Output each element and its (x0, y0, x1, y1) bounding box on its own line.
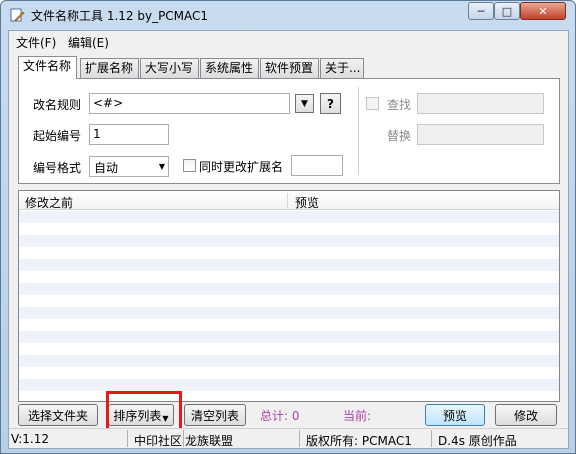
list-row (19, 295, 559, 307)
choose-folder-button[interactable]: 选择文件夹 (18, 404, 98, 426)
menu-edit[interactable]: 编辑(E) (68, 34, 109, 51)
client-area: 文件(F) 编辑(E) 文件名称 扩展名称 大写小写 系统属性 软件预置 关于.… (8, 30, 569, 449)
list-row (19, 391, 559, 401)
status-original: D.4s 原创作品 (438, 434, 517, 448)
chevron-down-icon: ▼ (158, 162, 165, 171)
chevron-down-icon: ▼ (301, 98, 308, 109)
file-list-header: 修改之前 预览 (19, 191, 559, 210)
minimize-icon: ─ (477, 4, 485, 18)
list-row (19, 307, 559, 319)
status-community-link[interactable]: 中印社区 (134, 432, 182, 449)
column-before[interactable]: 修改之前 (25, 194, 73, 211)
tab-file-name[interactable]: 文件名称 (18, 56, 77, 79)
extension-input[interactable] (291, 155, 343, 176)
app-window: 文件名称工具 1.12 by_PCMAC1 ─ □ ✕ 文件(F) 编辑(E) … (0, 0, 576, 454)
number-format-label: 编号格式 (33, 161, 82, 175)
column-preview[interactable]: 预览 (295, 194, 319, 211)
list-row (19, 367, 559, 379)
menu-bar: 文件(F) 编辑(E) (9, 31, 568, 51)
tab-attributes[interactable]: 系统属性 (200, 58, 259, 78)
file-list[interactable]: 修改之前 预览 (18, 190, 560, 402)
change-extension-checkbox[interactable] (183, 159, 196, 172)
status-separator (299, 430, 300, 447)
find-input[interactable] (417, 93, 544, 114)
list-row (19, 379, 559, 391)
status-separator (183, 430, 184, 447)
status-bar: V:1.12 中印社区 龙族联盟 版权所有: PCMAC1 D.4s 原创作品 (9, 428, 568, 448)
rule-dropdown-button[interactable]: ▼ (295, 94, 314, 113)
clear-list-button[interactable]: 清空列表 (184, 404, 246, 426)
title-bar[interactable]: 文件名称工具 1.12 by_PCMAC1 ─ □ ✕ (1, 1, 575, 29)
number-format-value: 自动 (94, 161, 119, 175)
change-extension-label: 同时更改扩展名 (199, 160, 284, 174)
total-count: 总计: 0 (260, 409, 300, 423)
list-row (19, 355, 559, 367)
tab-presets[interactable]: 软件预置 (260, 58, 319, 78)
start-number-input[interactable]: 1 (89, 124, 169, 145)
status-alliance-link[interactable]: 龙族联盟 (185, 432, 233, 449)
close-icon: ✕ (538, 4, 548, 18)
tab-about[interactable]: 关于... (320, 58, 364, 78)
rule-input[interactable]: <#> (89, 93, 290, 114)
list-row (19, 235, 559, 247)
list-row (19, 271, 559, 283)
help-icon: ? (327, 96, 334, 111)
status-copyright: 版权所有: PCMAC1 (306, 434, 412, 448)
panel-divider (358, 87, 359, 175)
number-format-select[interactable]: 自动 ▼ (89, 156, 169, 177)
list-row (19, 223, 559, 235)
preview-button[interactable]: 预览 (425, 404, 485, 426)
list-row (19, 319, 559, 331)
sort-list-button[interactable]: 排序列表 ▼ (108, 404, 174, 426)
dropdown-arrow-icon: ▼ (162, 413, 169, 423)
tab-extension[interactable]: 扩展名称 (80, 58, 139, 78)
pencil-file-icon (10, 8, 25, 22)
list-row (19, 247, 559, 259)
close-button[interactable]: ✕ (520, 2, 566, 20)
status-separator (127, 430, 128, 447)
modify-button[interactable]: 修改 (495, 404, 557, 426)
file-name-panel: 改名规则 <#> ▼ ? 起始编号 1 编号格式 自动 ▼ 同时更改扩展名 查找… (18, 78, 560, 184)
replace-input[interactable] (417, 124, 544, 145)
column-divider[interactable] (287, 193, 288, 208)
minimize-button[interactable]: ─ (468, 2, 494, 20)
tab-case[interactable]: 大写小写 (140, 58, 199, 78)
status-separator (431, 430, 432, 447)
help-button[interactable]: ? (320, 93, 341, 114)
start-number-label: 起始编号 (33, 129, 82, 143)
sort-list-label: 排序列表 (113, 408, 162, 423)
window-title: 文件名称工具 1.12 by_PCMAC1 (31, 9, 209, 23)
status-version: V:1.12 (11, 432, 49, 446)
maximize-icon: □ (501, 4, 513, 18)
list-row (19, 259, 559, 271)
maximize-button[interactable]: □ (494, 2, 520, 20)
rule-label: 改名规则 (33, 98, 82, 112)
current-file: 当前: (343, 409, 372, 423)
find-checkbox[interactable] (366, 97, 379, 110)
list-row (19, 343, 559, 355)
list-row (19, 331, 559, 343)
replace-label: 替换 (387, 129, 412, 143)
list-row (19, 211, 559, 223)
menu-file[interactable]: 文件(F) (16, 34, 56, 51)
find-label: 查找 (387, 98, 412, 112)
list-row (19, 283, 559, 295)
